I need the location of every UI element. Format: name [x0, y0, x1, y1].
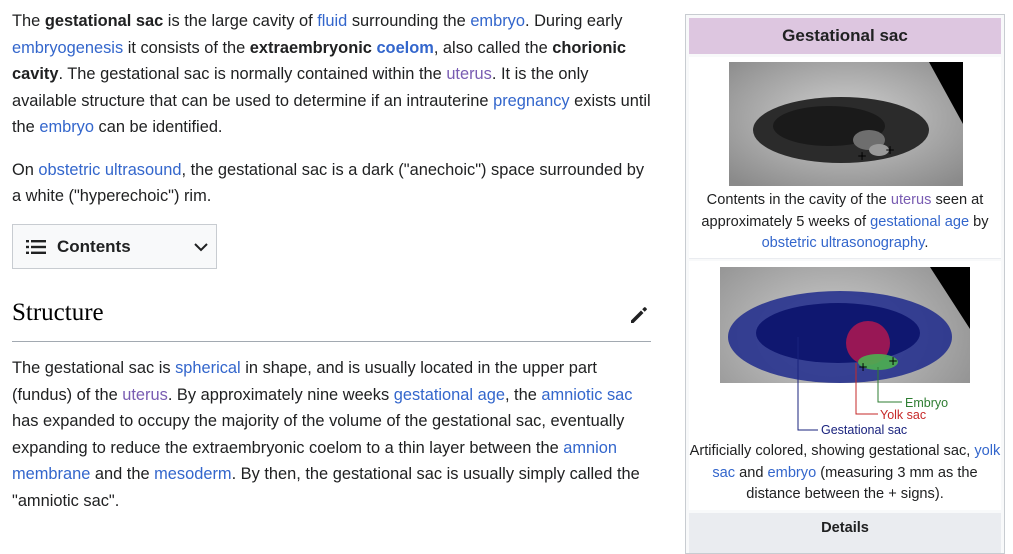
article-body: The gestational sac is the large cavity … [12, 8, 652, 210]
ultrasound-image[interactable]: + + [729, 62, 963, 186]
term-gestational-sac: gestational sac [44, 12, 164, 30]
link-embryo-caption[interactable]: embryo [768, 465, 817, 481]
chevron-down-icon [194, 243, 208, 252]
svg-text:+: + [857, 149, 867, 163]
link-uterus-caption[interactable]: uterus [891, 192, 932, 208]
intro-paragraph: The gestational sac is the large cavity … [12, 12, 651, 136]
link-embryogenesis[interactable]: embryogenesis [12, 39, 123, 57]
section-title: Structure [12, 299, 104, 326]
svg-text:+: + [888, 354, 898, 368]
link-mesoderm[interactable]: mesoderm [154, 465, 231, 483]
label-gestational-sac: Gestational sac [821, 423, 907, 437]
infobox-title: Gestational sac [689, 18, 1001, 54]
structure-paragraph: The gestational sac is spherical in shap… [12, 359, 640, 510]
link-embryo[interactable]: embryo [470, 12, 525, 30]
infobox: Gestational sac + + Contents in the cavi… [685, 14, 1005, 554]
infobox-image-cell-1: + + Contents in the cavity of the uterus… [689, 57, 1001, 259]
toc-label: Contents [57, 237, 131, 256]
svg-text:+: + [885, 143, 895, 157]
link-uterus-2[interactable]: uterus [122, 386, 168, 404]
link-obstetric-ultrasound[interactable]: obstetric ultrasound [38, 161, 181, 179]
colored-ultrasound-image[interactable]: + + Embryo Yolk sac Gestational sac [720, 267, 970, 437]
edit-pencil-icon[interactable] [628, 304, 650, 326]
link-gestational-age-caption[interactable]: gestational age [870, 214, 969, 230]
link-uterus[interactable]: uterus [446, 65, 492, 83]
link-pregnancy[interactable]: pregnancy [493, 92, 570, 110]
link-gestational-age[interactable]: gestational age [394, 386, 505, 404]
link-spherical[interactable]: spherical [175, 359, 241, 377]
ultrasound-paragraph: On obstetric ultrasound, the gestational… [12, 160, 645, 206]
term-extraembryonic: extraembryonic [249, 38, 377, 57]
section-heading-structure: Structure [12, 298, 651, 342]
list-icon [26, 240, 46, 254]
link-embryo-2[interactable]: embryo [39, 118, 94, 136]
infobox-image-cell-2: + + Embryo Yolk sac Gestational sac Arti… [689, 261, 1001, 510]
table-of-contents-toggle[interactable]: Contents [12, 224, 217, 269]
link-obstetric-ultrasonography[interactable]: obstetric ultrasonography [762, 235, 925, 251]
link-fluid[interactable]: fluid [317, 12, 347, 30]
infobox-caption-2: Artificially colored, showing gestationa… [689, 443, 1001, 502]
svg-text:+: + [858, 360, 868, 374]
link-amniotic-sac[interactable]: amniotic sac [541, 386, 632, 404]
infobox-details-header: Details [689, 513, 1001, 553]
infobox-caption-1: Contents in the cavity of the uterus see… [701, 192, 989, 251]
label-yolk-sac: Yolk sac [880, 408, 926, 422]
link-coelom[interactable]: coelom [376, 39, 433, 57]
